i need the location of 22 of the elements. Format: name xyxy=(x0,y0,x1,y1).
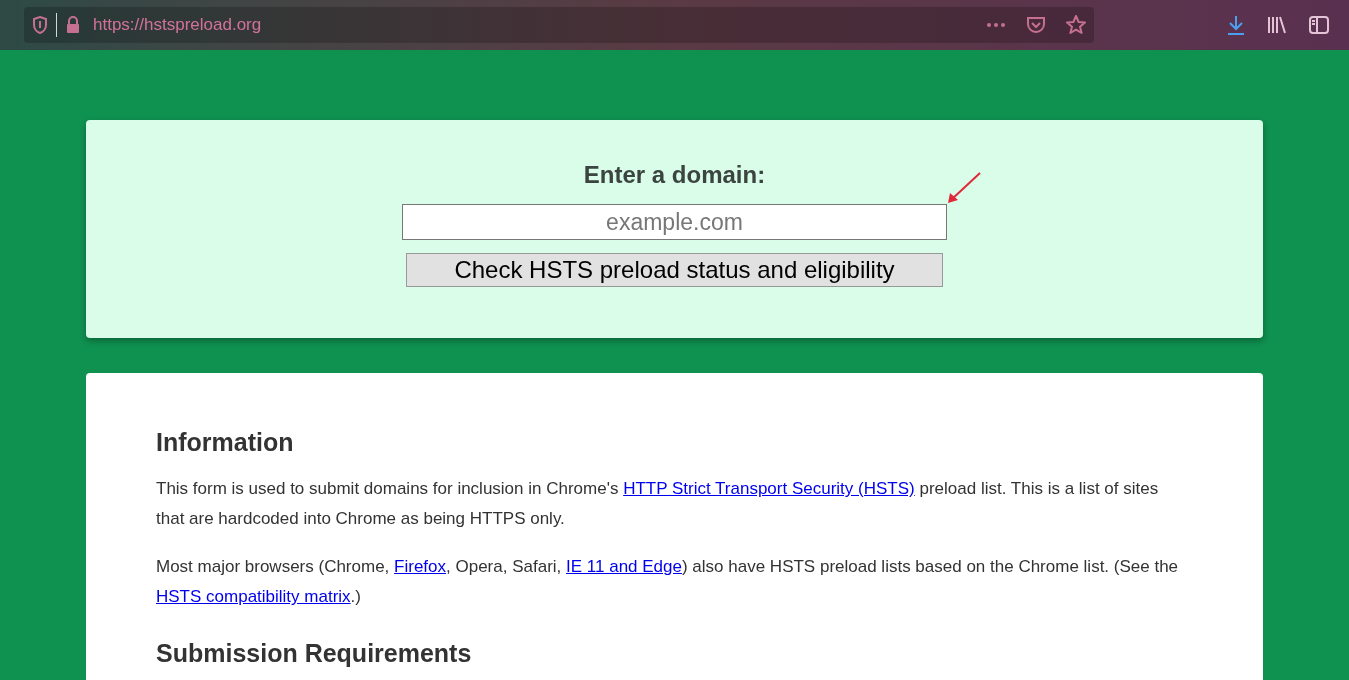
annotation-arrow xyxy=(946,172,982,204)
sidebar-icon[interactable] xyxy=(1309,16,1329,34)
domain-input[interactable]: example.com xyxy=(402,204,947,240)
more-icon[interactable] xyxy=(986,22,1006,28)
paragraph: This form is used to submit domains for inclusion in Chrome's HTTP Strict Transport Security (HSTS) preload list. This is a list of sites that are hardcoded into Chrome as being HTTPS only. xyxy=(156,478,1160,531)
link[interactable]: HSTS compatibility matrix xyxy=(156,587,351,607)
link[interactable]: IE 11 and Edge xyxy=(566,557,682,577)
shield-icon[interactable] xyxy=(32,16,48,34)
pocket-icon[interactable] xyxy=(1026,16,1046,34)
star-icon[interactable] xyxy=(1066,15,1086,35)
check-button[interactable]: Check HSTS preload status and eligibility xyxy=(406,253,943,287)
link[interactable]: HTTP Strict Transport Security (HSTS) xyxy=(623,479,915,499)
library-icon[interactable] xyxy=(1267,16,1287,34)
section-heading: Submission Requirements xyxy=(156,638,473,670)
paragraph: Most major browsers (Chrome, Firefox, Opera, Safari, IE 11 and Edge) also have HSTS preload lists based on the Chrome list. (See the HSTS compatibility matrix.) xyxy=(156,556,1180,609)
lock-icon[interactable] xyxy=(65,16,81,34)
download-icon[interactable] xyxy=(1227,15,1245,35)
address-bar[interactable]: https://hstspreload.org xyxy=(24,7,1094,43)
form-title: Enter a domain: xyxy=(583,160,766,190)
link[interactable]: Firefox xyxy=(394,557,447,577)
section-heading: Information xyxy=(156,427,295,458)
url-text[interactable]: https://hstspreload.org xyxy=(93,12,978,38)
